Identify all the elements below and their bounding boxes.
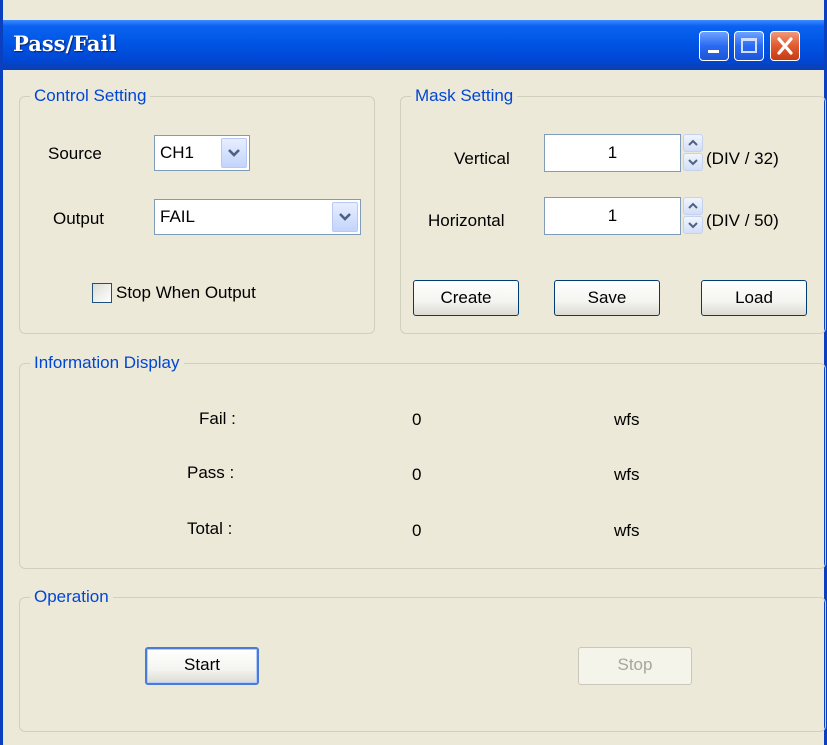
horizontal-label: Horizontal — [428, 211, 505, 230]
mask-setting-legend: Mask Setting — [415, 86, 514, 105]
horizontal-spin-down[interactable] — [683, 216, 703, 234]
horizontal-spinner[interactable] — [683, 197, 703, 235]
fail-count: 0 — [412, 410, 422, 429]
fail-unit: wfs — [614, 410, 640, 429]
close-button[interactable] — [770, 31, 800, 61]
chevron-down-icon — [228, 149, 240, 157]
minimize-icon — [708, 50, 719, 53]
vertical-label: Vertical — [454, 149, 510, 168]
total-count: 0 — [412, 521, 422, 540]
horizontal-spin-up[interactable] — [683, 197, 703, 215]
maximize-icon — [741, 38, 757, 53]
load-button[interactable]: Load — [701, 280, 807, 316]
horizontal-input[interactable]: 1 — [544, 197, 681, 235]
start-button[interactable]: Start — [145, 647, 259, 685]
information-display-legend: Information Display — [34, 353, 180, 372]
window-title: Pass/Fail — [13, 31, 117, 56]
horizontal-unit: (DIV / 50) — [706, 211, 779, 230]
vertical-input[interactable]: 1 — [544, 134, 681, 172]
total-label: Total : — [187, 519, 233, 538]
maximize-button[interactable] — [734, 31, 764, 61]
information-display-group: Information Display — [19, 353, 826, 569]
total-unit: wfs — [614, 521, 640, 540]
vertical-unit: (DIV / 32) — [706, 149, 779, 168]
source-dropdown-button[interactable] — [221, 138, 247, 168]
stop-when-output-checkbox[interactable] — [92, 283, 112, 303]
stop-when-output-label[interactable]: Stop When Output — [116, 283, 256, 303]
source-select[interactable]: CH1 — [154, 135, 250, 171]
output-value: FAIL — [160, 207, 195, 226]
chevron-down-icon — [339, 213, 351, 221]
pass-unit: wfs — [614, 465, 640, 484]
arrow-down-icon — [688, 222, 698, 229]
minimize-button[interactable] — [699, 31, 729, 61]
arrow-up-icon — [688, 139, 698, 146]
output-label: Output — [53, 209, 105, 228]
operation-group: Operation — [19, 587, 826, 732]
output-dropdown-button[interactable] — [332, 202, 358, 232]
pass-label: Pass : — [187, 463, 235, 482]
vertical-spin-down[interactable] — [683, 153, 703, 171]
source-value: CH1 — [160, 143, 195, 162]
pass-fail-window: Pass/Fail Control Setting Source CH1 Out… — [0, 0, 827, 745]
control-setting-legend: Control Setting — [34, 86, 147, 105]
stop-button[interactable]: Stop — [578, 647, 692, 685]
vertical-spinner[interactable] — [683, 134, 703, 172]
title-bar[interactable]: Pass/Fail — [3, 20, 824, 70]
fail-label: Fail : — [199, 409, 236, 428]
operation-legend: Operation — [34, 587, 109, 606]
close-icon — [777, 37, 793, 55]
create-button[interactable]: Create — [413, 280, 519, 316]
source-label: Source — [48, 144, 102, 163]
arrow-down-icon — [688, 159, 698, 166]
arrow-up-icon — [688, 202, 698, 209]
output-select[interactable]: FAIL — [154, 199, 361, 235]
vertical-spin-up[interactable] — [683, 134, 703, 152]
save-button[interactable]: Save — [554, 280, 660, 316]
pass-count: 0 — [412, 465, 422, 484]
